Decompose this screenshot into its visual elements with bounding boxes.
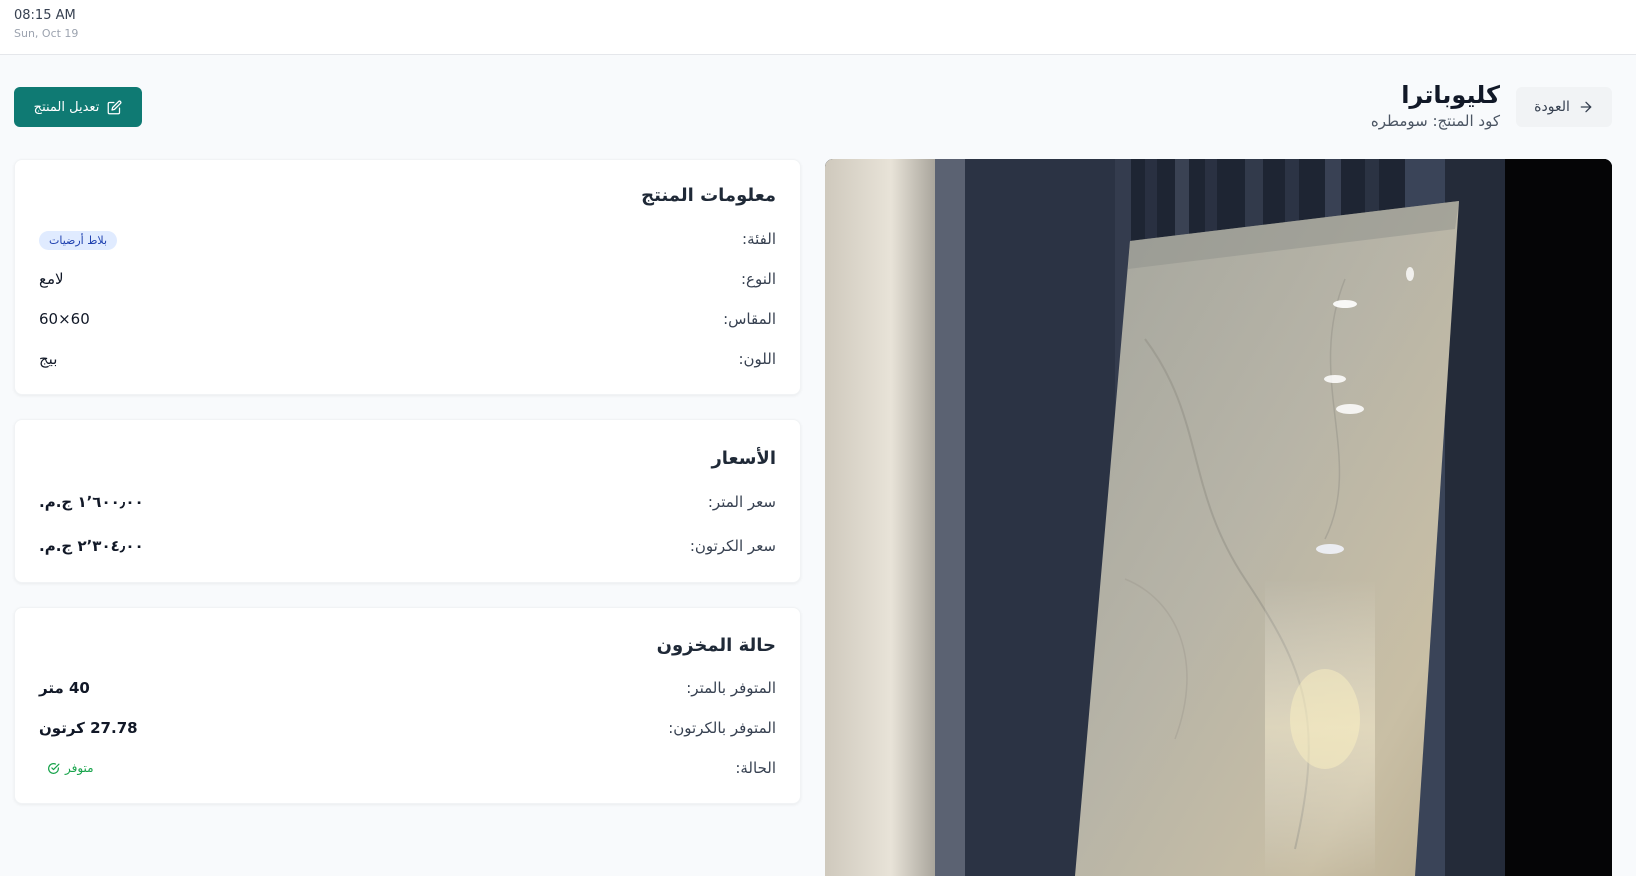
color-value: بيج [39,350,58,368]
color-label: اللون: [738,350,776,368]
prices-card: الأسعار سعر المتر: ١٬٦٠٠٫٠٠ ج.م. سعر الك… [14,419,801,583]
category-badge: بلاط أرضيات [39,231,118,250]
carton-price-label: سعر الكرتون: [689,537,776,555]
page-title: كليوباترا [1401,81,1500,109]
back-label: العودة [1534,99,1570,115]
edit-product-label: تعديل المنتج [33,99,100,115]
meter-price-label: سعر المتر: [707,493,776,511]
stock-title: حالة المخزون [656,635,776,656]
status-value: متوفر [65,761,94,775]
arrow-right-icon [1580,101,1592,113]
edit-icon [107,100,122,114]
product-image [825,159,1612,876]
product-info-card: معلومات المنتج الفئة: بلاط أرضيات النوع:… [14,159,801,395]
edit-product-button[interactable]: تعديل المنتج [14,87,142,127]
status-badge: متوفر [47,761,94,775]
check-circle-icon [48,762,60,774]
stock-card: حالة المخزون المتوفر بالمتر: 40 متر المت… [14,607,801,804]
prices-title: الأسعار [711,448,776,469]
top-bar: 08:15 AM Sun, Oct 19 [0,0,1636,55]
stock-carton-value: 27.78 كرتون [39,719,138,737]
clock-date: Sun, Oct 19 [14,27,79,40]
size-label: المقاس: [723,310,776,328]
stock-carton-label: المتوفر بالكرتون: [668,719,776,737]
back-button[interactable]: العودة [1516,87,1612,127]
tile-photo [825,159,1612,876]
meter-price-value: ١٬٦٠٠٫٠٠ ج.م. [39,493,144,511]
type-value: لامع [39,270,64,288]
stock-meter-value: 40 متر [39,679,90,697]
status-label: الحالة: [735,759,776,777]
product-code: كود المنتج: سومطره [1370,112,1500,130]
type-label: النوع: [740,270,776,288]
stock-meter-label: المتوفر بالمتر: [686,679,776,697]
category-label: الفئة: [742,230,776,248]
product-info-title: معلومات المنتج [641,185,776,206]
page-header: كليوباترا كود المنتج: سومطره [1371,80,1500,130]
carton-price-value: ٢٬٣٠٤٫٠٠ ج.م. [39,537,144,555]
clock-time: 08:15 AM [14,8,76,23]
size-value: 60×60 [39,310,90,328]
